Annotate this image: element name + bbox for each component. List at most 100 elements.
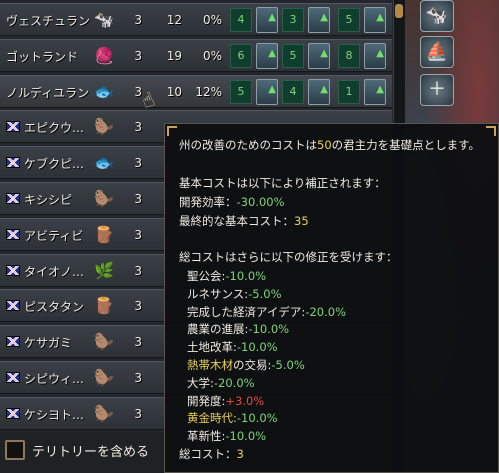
cost-tooltip: 州の改善のためのコストは50の君主力を基礎点とします。 基本コストは以下により補…: [164, 123, 499, 473]
province-name[interactable]: ゴットランド: [6, 48, 78, 65]
province-name[interactable]: ケシヨト…: [24, 406, 84, 423]
modifier-label-suffix: の交易:: [233, 358, 272, 372]
final-base-cost-value: 35: [294, 214, 309, 228]
modifier-line: 聖公会:-10.0%: [187, 267, 266, 286]
province-name[interactable]: シピウィ…: [24, 370, 84, 387]
modifier-value: -20.0%: [213, 375, 255, 390]
ship-icon[interactable]: ⛵: [420, 36, 454, 68]
cost-cell: 4: [230, 8, 252, 32]
tooltip-text: 州の改善のためのコストは: [179, 138, 317, 152]
province-name[interactable]: ケブクピ…: [24, 155, 84, 172]
final-base-cost-line: 最終的な基本コスト：35: [179, 212, 309, 231]
develop-adm-button[interactable]: ▲: [256, 43, 278, 69]
fur-icon: 🦫: [94, 368, 114, 387]
arrow-up-icon: ▲: [320, 84, 328, 95]
develop-dip-button[interactable]: ▲: [308, 43, 330, 69]
livestock-icon: 🐄: [94, 10, 114, 29]
lumber-icon: 🪵: [94, 296, 114, 315]
modifier-label: 完成した経済アイデア:: [187, 304, 306, 319]
arrow-up-icon: ▲: [376, 48, 384, 59]
tooltip-corner: [167, 126, 177, 136]
scrollbar-thumb[interactable]: [395, 4, 403, 18]
develop-adm-button[interactable]: ▲: [256, 7, 278, 33]
tooltip-text: の君主力を基礎点とします。: [331, 138, 480, 152]
develop-adm-button[interactable]: ▲: [256, 79, 278, 105]
develop-mil-button[interactable]: ▲: [364, 7, 386, 33]
percent-value: 12%: [195, 85, 222, 99]
cost-cell: 3: [282, 8, 304, 32]
develop-mil-button[interactable]: ▲: [364, 43, 386, 69]
modifier-value: +3.0%: [225, 393, 265, 408]
points-value: 12: [166, 13, 182, 27]
cost-cell: 4: [282, 80, 304, 104]
province-name[interactable]: アビティビ: [24, 227, 83, 244]
dev-efficiency-value: -30.00%: [236, 195, 285, 209]
development-value: 3: [134, 49, 142, 63]
total-cost-label: 総コスト：: [179, 447, 237, 461]
base-modifier-header: 基本コストは以下により補正されます：: [179, 176, 386, 190]
add-building-icon[interactable]: ＋: [420, 74, 454, 106]
flag-icon: [6, 157, 20, 168]
territory-label: テリトリーを含める: [32, 445, 150, 460]
development-value: 3: [134, 335, 142, 349]
total-cost-value: 3: [236, 447, 244, 461]
arrow-up-icon: ▲: [268, 48, 276, 59]
modifier-label: 土地改革:: [187, 340, 237, 355]
development-value: 3: [134, 264, 142, 278]
modifier-value: -10.0%: [225, 429, 267, 444]
province-name[interactable]: ヴェスチュラン: [6, 12, 90, 29]
flag-icon: [6, 336, 20, 347]
development-value: 3: [134, 156, 142, 170]
modifier-value: -10.0%: [225, 269, 267, 283]
modifier-line: 開発度:+3.0%: [187, 392, 264, 411]
modifier-label: 開発度:: [187, 393, 226, 408]
province-row[interactable]: ヴェスチュラン 🐄 3 12 0% 4 ▲ 3 ▲ 5 ▲: [0, 3, 392, 36]
development-value: 3: [134, 299, 142, 313]
fish-icon: 🐟: [94, 82, 114, 101]
cost-cell: 5: [282, 44, 304, 68]
arrow-up-icon: ▲: [320, 12, 328, 23]
modifier-label: 大学:: [187, 375, 214, 390]
modifier-line: 熱帯木材の交易:-5.0%: [187, 356, 305, 375]
flag-icon: [6, 300, 20, 311]
fish-icon: 🐟: [94, 153, 114, 172]
modifier-value: -10.0%: [236, 340, 278, 355]
arrow-up-icon: ▲: [320, 48, 328, 59]
total-cost-line: 総コスト：3: [179, 445, 244, 464]
development-value: 3: [134, 228, 142, 242]
province-name[interactable]: ピスタタン: [24, 298, 84, 315]
points-value: 19: [166, 49, 182, 63]
province-name[interactable]: タイオノ…: [24, 263, 84, 280]
cow-icon[interactable]: 🐄: [420, 0, 454, 32]
province-name[interactable]: キシシピ: [24, 191, 72, 208]
modifier-line: 完成した経済アイデア:-20.0%: [187, 303, 346, 322]
province-name[interactable]: エピクウ…: [24, 119, 84, 136]
flag-icon: [6, 193, 20, 204]
fur-icon: 🦫: [94, 189, 114, 208]
province-name[interactable]: ノルディユラン: [6, 84, 89, 101]
province-name[interactable]: ケサガミ: [24, 334, 72, 351]
development-value: 3: [134, 371, 142, 385]
develop-dip-button[interactable]: ▲: [308, 79, 330, 105]
modifier-value: -20.0%: [305, 304, 346, 319]
percent-value: 0%: [202, 13, 222, 27]
develop-mil-button[interactable]: ▲: [364, 79, 386, 105]
province-row[interactable]: ノルディユラン 🐟 3 10 12% 5 ▲ 4 ▲ 1 ▲: [0, 75, 392, 108]
modifier-label: 聖公会:: [187, 269, 226, 283]
fur-icon: 🦫: [94, 117, 114, 136]
arrow-up-icon: ▲: [376, 12, 384, 23]
province-row[interactable]: ゴットランド 🧶 3 19 0% 6 ▲ 5 ▲ 8 ▲: [0, 39, 392, 72]
flag-icon: [6, 372, 20, 383]
lumber-icon: 🪵: [94, 225, 114, 244]
final-base-cost-label: 最終的な基本コスト：: [179, 214, 294, 228]
total-modifier-header: 総コストはさらに以下の修正を受けます：: [179, 250, 398, 264]
modifier-line: 土地改革:-10.0%: [187, 338, 278, 357]
development-value: 3: [134, 13, 142, 27]
flag-icon: [6, 265, 20, 276]
cloth-icon: 🧶: [94, 46, 114, 65]
territory-checkbox[interactable]: [5, 440, 25, 460]
modifier-label: 農業の進展:: [187, 322, 249, 337]
flag-icon: [6, 229, 20, 240]
modifier-line: 農業の進展:-10.0%: [187, 320, 289, 339]
develop-dip-button[interactable]: ▲: [308, 7, 330, 33]
